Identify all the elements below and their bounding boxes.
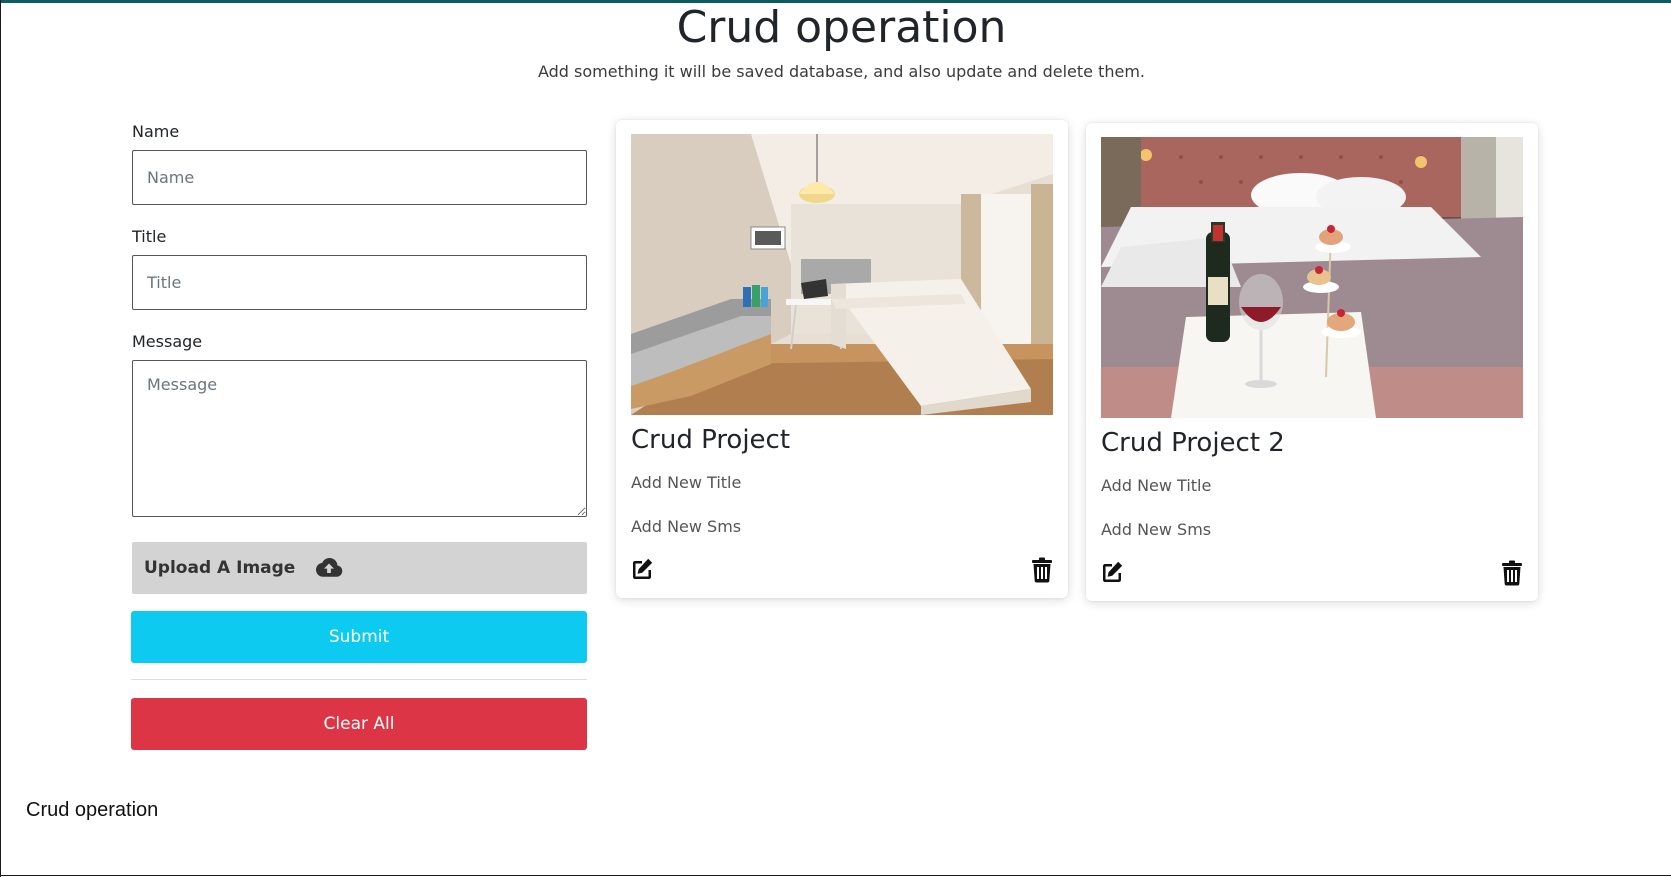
card-title: Crud Project 2 <box>1101 428 1285 458</box>
upload-image-button[interactable]: Upload A Image <box>132 542 587 594</box>
message-label: Message <box>132 332 203 351</box>
page-title: Crud operation <box>676 2 1007 53</box>
footer-text: Crud operation <box>26 799 159 821</box>
card-message: Add New Sms <box>1101 520 1212 539</box>
message-textarea[interactable] <box>132 360 587 517</box>
name-input[interactable] <box>132 150 587 205</box>
clear-all-button[interactable]: Clear All <box>131 698 587 750</box>
project-card: Crud Project Add New Title Add New Sms <box>616 120 1068 598</box>
card-subtitle: Add New Title <box>631 473 742 492</box>
trash-icon[interactable] <box>1031 557 1053 583</box>
page-subtitle: Add something it will be saved database,… <box>537 62 1146 81</box>
divider <box>131 679 587 680</box>
trash-icon[interactable] <box>1501 560 1523 586</box>
upload-image-label: Upload A Image <box>144 558 296 578</box>
hotel-room-photo <box>631 134 1053 415</box>
page: Crud operation Add something it will be … <box>0 0 1671 877</box>
edit-icon[interactable] <box>630 557 654 581</box>
project-card: Crud Project 2 Add New Title Add New Sms <box>1086 123 1538 601</box>
name-label: Name <box>132 122 180 141</box>
bottom-border <box>1 875 1671 876</box>
crud-form: Name Title Message <box>132 120 587 517</box>
bedroom-champagne-photo <box>1101 137 1523 418</box>
submit-button[interactable]: Submit <box>131 611 587 663</box>
cloud-upload-icon <box>315 557 343 579</box>
title-label: Title <box>132 227 167 246</box>
edit-icon[interactable] <box>1100 560 1124 584</box>
card-title: Crud Project <box>631 425 791 455</box>
title-input[interactable] <box>132 255 587 310</box>
card-subtitle: Add New Title <box>1101 476 1212 495</box>
card-message: Add New Sms <box>631 517 742 536</box>
